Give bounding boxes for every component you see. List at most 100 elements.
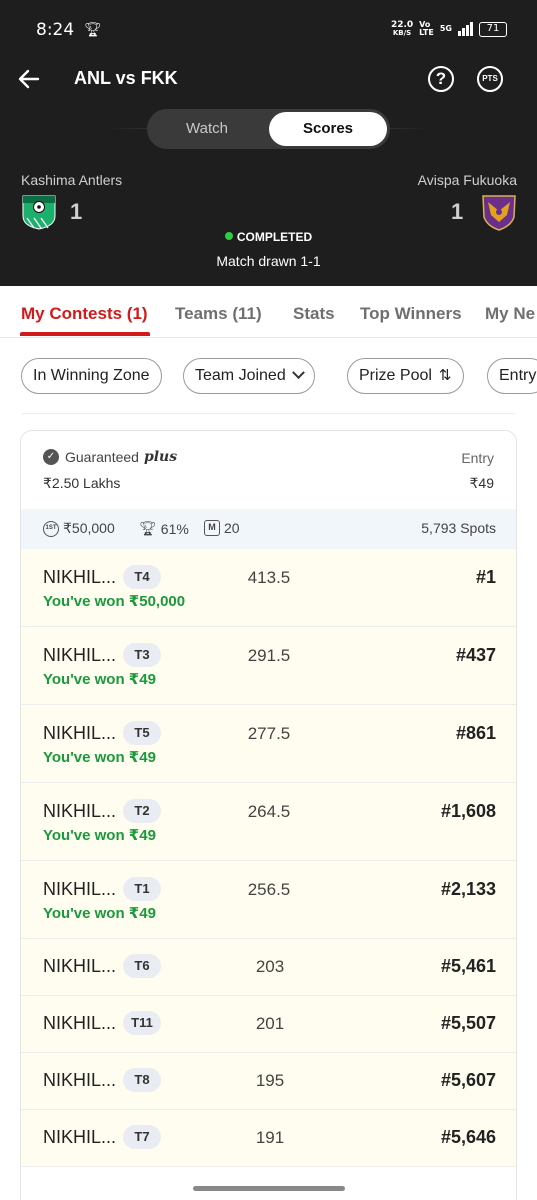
max-teams-icon: M [204, 520, 220, 536]
win-percentage: 🏆︎ 61% [139, 520, 189, 537]
user-name: NIKHIL... [43, 1013, 117, 1033]
team-badge: T7 [123, 1125, 161, 1149]
team-rank-row[interactable]: NIKHIL... T11 201 #5,507 [21, 996, 516, 1053]
team-badge: T11 [123, 1011, 161, 1035]
status-bar: 8:24 🏆︎ 22.0 KB/S Vo LTE 5G 71 [0, 0, 537, 60]
team-rank-row[interactable]: NIKHIL... T7 191 #5,646 [21, 1110, 516, 1167]
winnings-text: You've won ₹49 [43, 671, 156, 688]
volte-indicator: Vo LTE [419, 20, 434, 37]
team-rank-row[interactable]: NIKHIL... T6 203 #5,461 [21, 939, 516, 996]
team-badge: T2 [123, 799, 161, 823]
user-name: NIKHIL... [43, 801, 117, 821]
entry-fee-value: ₹49 [469, 475, 494, 491]
team-rank-row[interactable]: NIKHIL... T2 264.5 #1,608 You've won ₹49 [21, 783, 516, 861]
winnings-text: You've won ₹49 [43, 749, 156, 766]
away-team-name: Avispa Fukuoka [417, 172, 517, 188]
team-rank-row[interactable]: NIKHIL... T1 256.5 #2,133 You've won ₹49 [21, 861, 516, 939]
user-name: NIKHIL... [43, 567, 117, 587]
away-team-score: 1 [451, 199, 464, 224]
team-rank-row[interactable]: NIKHIL... T5 277.5 #861 You've won ₹49 [21, 705, 516, 783]
help-icon[interactable]: ? [428, 66, 454, 92]
team-rank-row[interactable]: NIKHIL... T3 291.5 #437 You've won ₹49 [21, 627, 516, 705]
tab-bar: My Contests (1) Teams (11) Stats Top Win… [0, 286, 537, 338]
team-badge: T3 [123, 643, 161, 667]
first-prize-icon: 1ST [43, 520, 59, 537]
team-points: 277.5 [247, 724, 291, 743]
team-badge: T1 [123, 877, 161, 901]
team-rank-row[interactable]: NIKHIL... T8 195 #5,607 [21, 1053, 516, 1110]
team-points: 264.5 [247, 802, 291, 821]
tab-stats[interactable]: Stats [293, 304, 335, 324]
team-rank: #5,461 [440, 956, 496, 976]
section-divider [22, 413, 515, 414]
filter-bar: In Winning Zone Team Joined Prize Pool ⇅ … [0, 358, 537, 396]
match-result: Match drawn 1-1 [216, 253, 321, 269]
winnings-text: You've won ₹49 [43, 827, 156, 844]
active-tab-indicator [20, 332, 150, 336]
home-team-score: 1 [70, 199, 83, 224]
user-name: NIKHIL... [43, 879, 117, 899]
winnings-text: You've won ₹50,000 [43, 593, 186, 610]
team-rank: #5,507 [440, 1013, 496, 1033]
plus-brand: plus [143, 449, 178, 465]
user-name: NIKHIL... [43, 1070, 117, 1090]
home-team-name: Kashima Antlers [21, 172, 123, 188]
tab-my-new[interactable]: My Ne [485, 304, 535, 324]
match-title: ANL vs FKK [74, 68, 178, 88]
team-points: 256.5 [247, 880, 291, 899]
first-prize: 1ST ₹50,000 [43, 520, 115, 537]
trophy-icon: 🏆︎ [139, 520, 157, 536]
points-system-icon[interactable]: PTS [477, 66, 503, 92]
home-team-crest-icon [22, 195, 56, 230]
contest-card[interactable]: ✓ Guaranteed plus ₹2.50 Lakhs Entry ₹49 … [20, 430, 517, 1200]
team-rank: #5,607 [440, 1070, 496, 1090]
team-badge: T5 [123, 721, 161, 745]
signal-icon [458, 22, 473, 36]
status-dot-icon [224, 232, 233, 240]
team-points: 191 [255, 1128, 285, 1147]
team-badge: T6 [123, 954, 161, 978]
contest-meta-strip: 1ST ₹50,000 🏆︎ 61% M 20 5,793 Spots [21, 509, 516, 549]
battery-icon: 71 [479, 21, 507, 37]
status-indicators: 22.0 KB/S Vo LTE 5G 71 [391, 21, 507, 37]
sort-arrows-icon: ⇅ [438, 367, 452, 384]
total-spots: 5,793 Spots [421, 520, 496, 536]
watch-toggle-option[interactable]: Watch [147, 109, 267, 149]
user-name: NIKHIL... [43, 1127, 117, 1147]
trophy-notification-icon: 🏆︎ [84, 22, 102, 38]
filter-team-joined[interactable]: Team Joined [183, 358, 315, 394]
tab-teams[interactable]: Teams (11) [175, 304, 262, 324]
team-points: 203 [255, 957, 285, 976]
tab-my-contests[interactable]: My Contests (1) [21, 304, 148, 324]
scores-toggle-option[interactable]: Scores [269, 112, 387, 146]
team-rank: #1,608 [440, 801, 496, 821]
chevron-down-icon [291, 366, 305, 380]
filter-winning-zone[interactable]: In Winning Zone [21, 358, 162, 394]
user-name: NIKHIL... [43, 645, 117, 665]
team-rank: #1 [475, 567, 496, 587]
gesture-home-bar[interactable] [193, 1186, 345, 1191]
sort-entry[interactable]: Entry [487, 358, 537, 394]
team-rank-row[interactable]: NIKHIL... T4 413.5 #1 You've won ₹50,000 [21, 549, 516, 627]
network-type: 5G [439, 24, 452, 33]
entry-label: Entry [461, 450, 494, 466]
winnings-text: You've won ₹49 [43, 905, 156, 922]
watch-scores-toggle[interactable]: Watch Scores [147, 109, 390, 149]
back-arrow-icon[interactable] [16, 66, 42, 92]
team-badge: T4 [123, 565, 161, 589]
max-teams: M 20 [204, 520, 240, 536]
sort-prize-pool[interactable]: Prize Pool ⇅ [347, 358, 464, 394]
match-status: COMPLETED [0, 230, 537, 244]
team-points: 195 [255, 1071, 285, 1090]
network-speed: 22.0 KB/S [390, 20, 414, 38]
team-points: 201 [255, 1014, 285, 1033]
match-header: 8:24 🏆︎ 22.0 KB/S Vo LTE 5G 71 ANL vs FK… [0, 0, 537, 286]
tab-top-winners[interactable]: Top Winners [360, 304, 462, 324]
team-rank: #437 [455, 645, 496, 665]
team-points: 291.5 [247, 646, 291, 665]
verified-check-icon: ✓ [43, 449, 59, 465]
guaranteed-label: ✓ Guaranteed plus [43, 449, 177, 465]
team-rank: #2,133 [440, 879, 496, 899]
team-rank: #5,646 [440, 1127, 496, 1147]
team-badge: T8 [123, 1068, 161, 1092]
